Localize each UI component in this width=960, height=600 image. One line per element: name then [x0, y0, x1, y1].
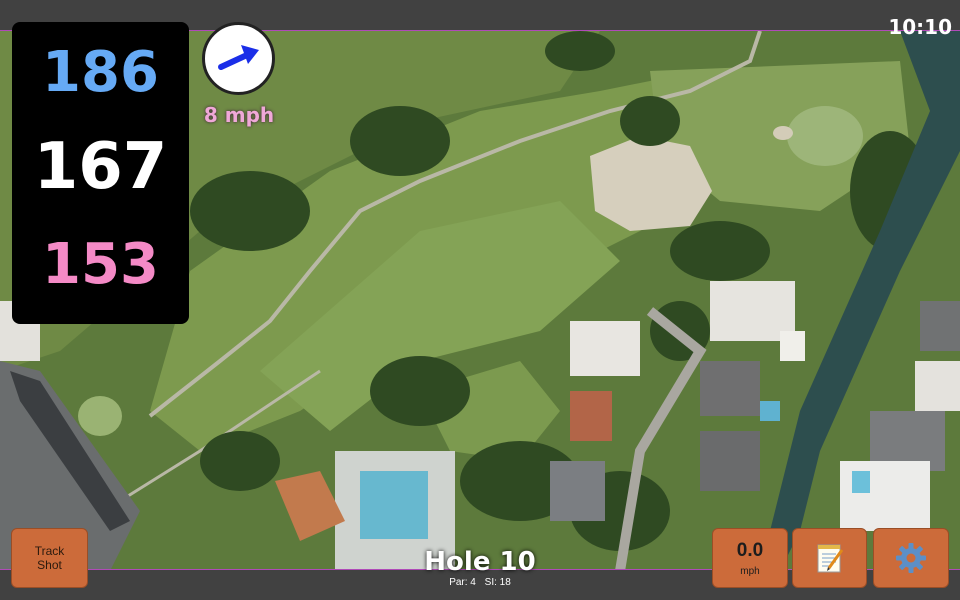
wind-indicator — [202, 22, 275, 95]
speed-value: 0.0 — [736, 539, 764, 561]
settings-button[interactable] — [873, 528, 949, 588]
wind-arrow-icon — [218, 45, 259, 70]
speed-unit: mph — [740, 565, 760, 577]
hole-details: Par: 4 SI: 18 — [380, 577, 580, 588]
hole-stroke-index: SI: 18 — [484, 577, 511, 588]
track-shot-button[interactable]: Track Shot — [11, 528, 88, 588]
front-yardage: 153 — [42, 232, 159, 297]
hole-title: Hole 10 — [424, 547, 536, 577]
notes-button[interactable] — [792, 528, 867, 588]
hole-par: Par: 4 — [449, 577, 476, 588]
yardage-panel: 186 167 153 — [12, 22, 189, 324]
speed-button[interactable]: 0.0 mph — [712, 528, 788, 588]
notepad-icon — [817, 544, 843, 573]
back-yardage: 186 — [42, 40, 159, 105]
track-shot-label: Track Shot — [34, 544, 65, 572]
center-yardage: 167 — [33, 130, 168, 204]
wind-speed: 8 mph — [203, 103, 275, 127]
gear-icon — [896, 543, 926, 573]
clock: 10:10 — [888, 15, 952, 39]
